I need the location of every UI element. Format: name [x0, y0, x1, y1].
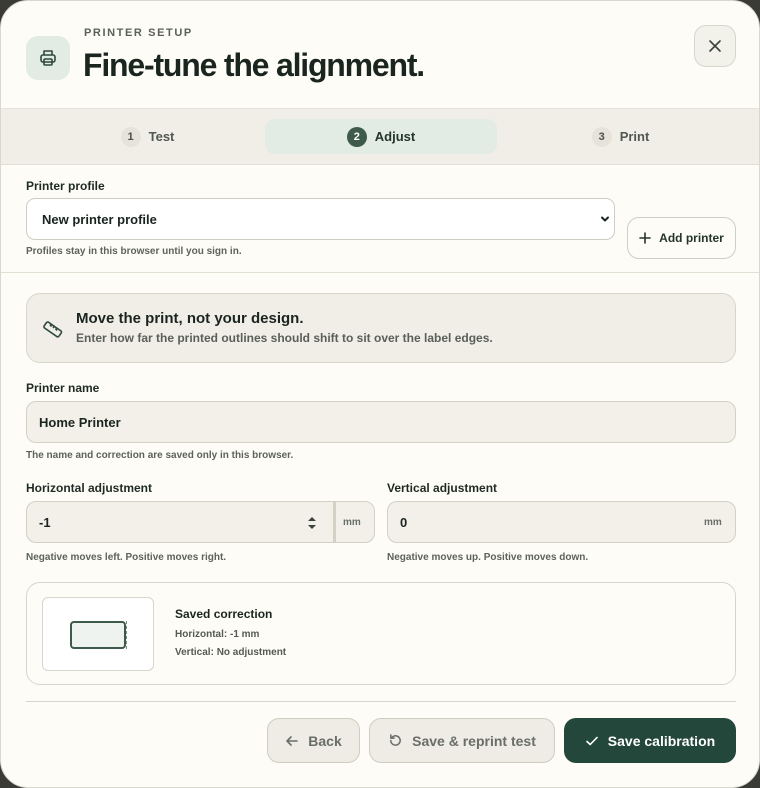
vertical-label: Vertical adjustment [387, 481, 498, 495]
vertical-unit: mm [704, 517, 722, 528]
saved-horizontal: Horizontal: -1 mm [175, 629, 260, 640]
unit-divider [333, 502, 336, 542]
close-icon [709, 40, 721, 52]
horizontal-adjustment-input[interactable]: -1 mm [26, 501, 375, 543]
arrow-left-icon [286, 735, 299, 746]
vertical-value: 0 [400, 514, 408, 530]
save-reprint-label: Save & reprint test [412, 732, 536, 749]
step-number: 1 [120, 126, 141, 147]
page-title: Fine-tune the alignment. [83, 47, 425, 83]
add-printer-button[interactable]: Add printer [627, 217, 736, 259]
chevron-down-icon [601, 216, 609, 222]
horizontal-label: Horizontal adjustment [26, 481, 153, 495]
printer-icon [26, 36, 70, 80]
shift-indicator [123, 621, 127, 649]
step-number: 3 [591, 126, 612, 147]
printer-name-hint: The name and correction are saved only i… [26, 450, 294, 461]
profile-section: Printer profile New printer profile Prof… [1, 165, 759, 273]
printer-setup-dialog: PRINTER SETUP Fine-tune the alignment. 1… [0, 0, 760, 788]
refresh-icon [390, 734, 402, 746]
step-number: 2 [346, 126, 367, 147]
vertical-hint: Negative moves up. Positive moves down. [387, 552, 589, 563]
dialog-header: PRINTER SETUP Fine-tune the alignment. [1, 1, 759, 109]
printer-name-input[interactable]: Home Printer [26, 401, 736, 443]
printer-name-value: Home Printer [39, 414, 121, 430]
spinner-icon[interactable] [307, 516, 317, 530]
printer-name-label: Printer name [26, 381, 100, 395]
step-print[interactable]: 3 Print [505, 119, 736, 154]
step-label: Adjust [374, 129, 416, 144]
step-adjust[interactable]: 2 Adjust [265, 119, 497, 154]
step-test[interactable]: 1 Test [32, 119, 263, 154]
horizontal-unit: mm [343, 517, 361, 528]
profile-label: Printer profile [26, 179, 105, 193]
footer-divider [26, 701, 736, 702]
info-subtitle: Enter how far the printed outlines shoul… [76, 331, 493, 345]
label-outline [70, 621, 126, 649]
add-printer-label: Add printer [659, 231, 724, 245]
save-reprint-button[interactable]: Save & reprint test [369, 718, 555, 763]
info-callout: Move the print, not your design. Enter h… [26, 293, 736, 363]
dialog-eyebrow: PRINTER SETUP [84, 27, 193, 39]
info-title: Move the print, not your design. [76, 310, 304, 327]
profile-hint: Profiles stay in this browser until you … [26, 246, 242, 257]
ruler-icon [43, 321, 63, 338]
back-button[interactable]: Back [267, 718, 360, 763]
step-label: Print [619, 129, 650, 144]
label-preview [42, 597, 154, 671]
saved-correction-card: Saved correction Horizontal: -1 mm Verti… [26, 582, 736, 685]
check-icon [585, 736, 598, 745]
saved-title: Saved correction [175, 607, 273, 621]
profile-select[interactable]: New printer profile [26, 198, 615, 240]
stepper: 1 Test 2 Adjust 3 Print [1, 109, 759, 165]
save-calibration-button[interactable]: Save calibration [564, 718, 736, 763]
saved-vertical: Vertical: No adjustment [175, 647, 287, 658]
horizontal-value: -1 [39, 514, 51, 530]
save-calibration-label: Save calibration [607, 732, 716, 749]
step-label: Test [148, 129, 175, 144]
back-label: Back [308, 732, 342, 749]
horizontal-hint: Negative moves left. Positive moves righ… [26, 552, 227, 563]
profile-select-value: New printer profile [42, 211, 157, 227]
vertical-adjustment-input[interactable]: 0 mm [387, 501, 736, 543]
close-button[interactable] [694, 25, 736, 67]
plus-icon [639, 232, 651, 244]
